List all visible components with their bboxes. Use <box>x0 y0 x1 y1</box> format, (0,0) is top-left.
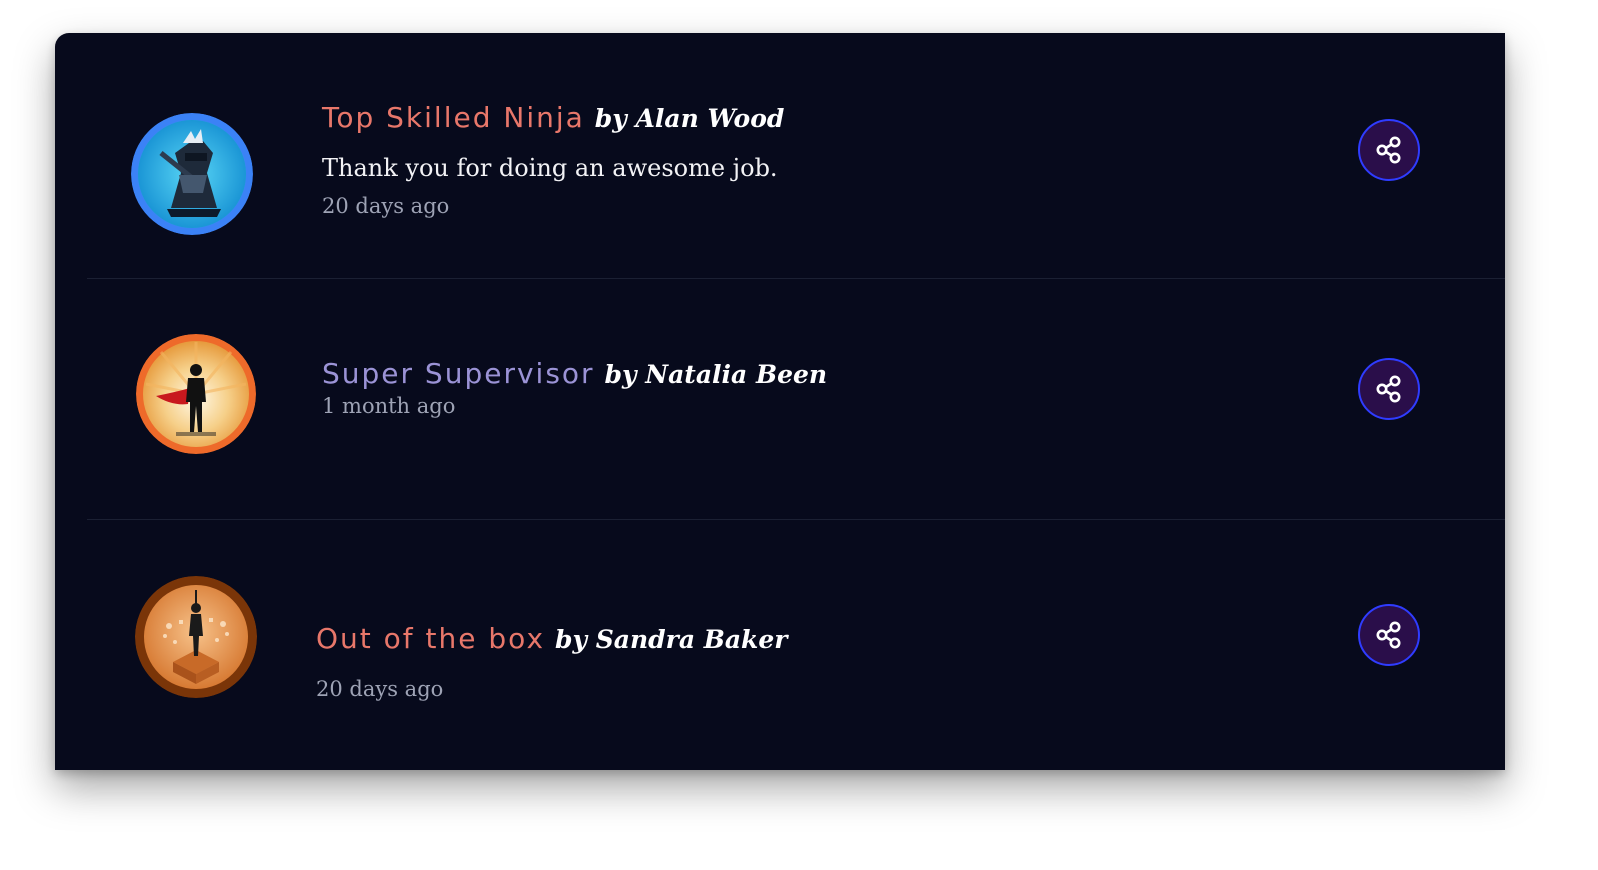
superhero-avatar <box>136 334 256 454</box>
badge-title: Top Skilled Ninja <box>322 101 585 134</box>
out-of-the-box-avatar <box>135 576 257 698</box>
feed-item-content: Out of the box by Sandra Baker 20 days ag… <box>316 622 787 701</box>
recognition-feed-card: Top Skilled Ninja by Alan Wood Thank you … <box>55 33 1505 770</box>
feed-item: Out of the box by Sandra Baker 20 days ag… <box>87 520 1505 770</box>
feed-item-content: Top Skilled Ninja by Alan Wood Thank you … <box>322 101 784 218</box>
author-name[interactable]: by Natalia Been <box>605 360 828 389</box>
badge-title: Super Supervisor <box>322 357 595 390</box>
recognition-message: Thank you for doing an awesome job. <box>322 154 778 182</box>
share-icon <box>1376 375 1401 403</box>
share-button[interactable] <box>1358 604 1420 666</box>
feed-item-content: Super Supervisor by Natalia Been 1 month … <box>322 357 827 418</box>
author-name[interactable]: by Sandra Baker <box>555 625 787 654</box>
share-icon <box>1376 621 1401 649</box>
feed-item: Top Skilled Ninja by Alan Wood Thank you … <box>87 33 1505 279</box>
author-name[interactable]: by Alan Wood <box>595 104 785 133</box>
title-line: Top Skilled Ninja by Alan Wood <box>322 101 784 134</box>
badge-title: Out of the box <box>316 622 546 655</box>
share-button[interactable] <box>1358 358 1420 420</box>
ninja-avatar <box>131 113 253 235</box>
feed-item: Super Supervisor by Natalia Been 1 month … <box>87 279 1505 520</box>
share-icon <box>1376 136 1401 164</box>
timestamp: 1 month ago <box>322 394 456 418</box>
title-line: Out of the box by Sandra Baker <box>316 622 787 655</box>
title-line: Super Supervisor by Natalia Been <box>322 357 827 390</box>
share-button[interactable] <box>1358 119 1420 181</box>
timestamp: 20 days ago <box>316 677 444 701</box>
timestamp: 20 days ago <box>322 194 450 218</box>
